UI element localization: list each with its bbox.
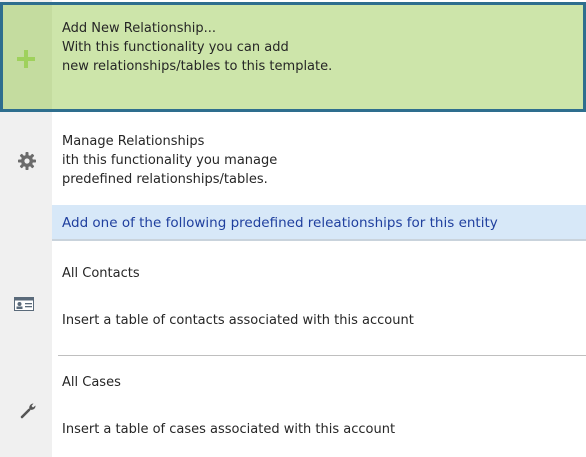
add-new-relationship-line1: With this functionality you can add	[62, 40, 289, 55]
manage-relationships-line1: ith this functionality you manage	[62, 153, 278, 168]
all-cases-title: All Cases	[62, 375, 121, 390]
add-new-relationship-text: Add New Relationship... With this functi…	[62, 19, 332, 76]
manage-relationships-text: Manage Relationships ith this functional…	[62, 132, 277, 189]
all-contacts-title: All Contacts	[62, 266, 140, 281]
contact-card-icon	[14, 297, 34, 311]
menu-divider	[58, 355, 586, 356]
manage-relationships-line2: predefined relationships/tables.	[62, 172, 268, 187]
manage-relationships-title: Manage Relationships	[62, 134, 205, 149]
predefined-relationships-header-text: Add one of the following predefined rele…	[62, 215, 498, 231]
add-new-relationship-item[interactable]: Add New Relationship... With this functi…	[0, 2, 586, 112]
gear-icon	[18, 152, 36, 170]
plus-icon	[17, 50, 35, 68]
add-new-relationship-title: Add New Relationship...	[62, 21, 216, 36]
relationship-menu: Add New Relationship... With this functi…	[0, 0, 586, 457]
all-cases-item[interactable]: All Cases Insert a table of cases associ…	[0, 367, 586, 457]
predefined-relationships-header: Add one of the following predefined rele…	[52, 205, 586, 241]
wrench-icon	[20, 403, 36, 419]
manage-relationships-item[interactable]: Manage Relationships ith this functional…	[0, 128, 586, 198]
all-contacts-description: Insert a table of contacts associated wi…	[62, 313, 414, 328]
add-new-relationship-line2: new relationships/tables to this templat…	[62, 59, 333, 74]
all-cases-description: Insert a table of cases associated with …	[62, 422, 396, 437]
all-contacts-item[interactable]: All Contacts Insert a table of contacts …	[0, 258, 586, 348]
